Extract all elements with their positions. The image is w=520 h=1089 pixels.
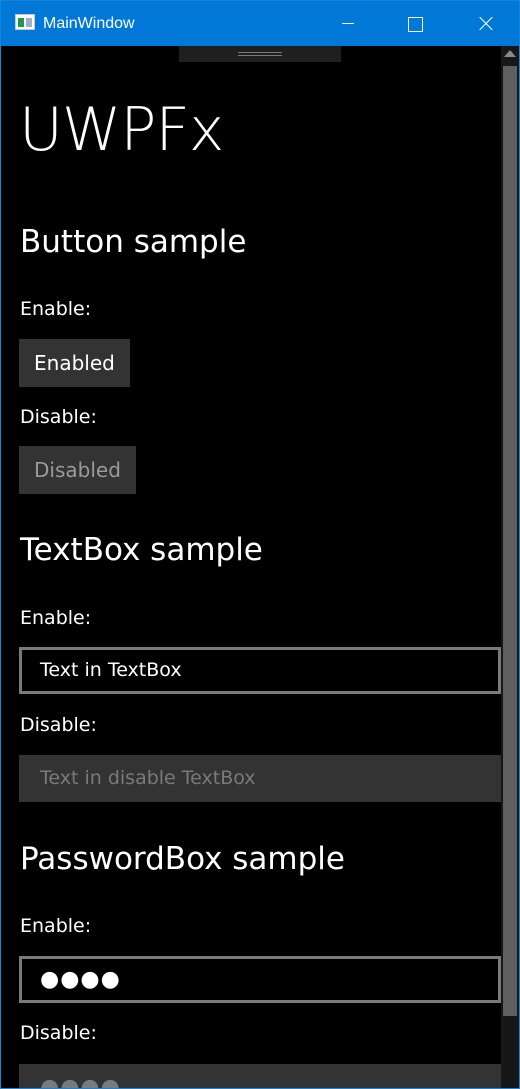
vertical-scrollbar[interactable] bbox=[501, 46, 519, 1088]
chevron-up-icon[interactable] bbox=[504, 50, 516, 57]
main-window: MainWindow UWPFx Button sample Enable: E… bbox=[0, 0, 520, 1089]
passwordbox-section-title: PasswordBox sample bbox=[20, 841, 345, 877]
disabled-textbox: Text in disable TextBox bbox=[19, 755, 501, 802]
button-enable-label: Enable: bbox=[20, 298, 92, 320]
enabled-button[interactable]: Enabled bbox=[19, 339, 130, 387]
close-button[interactable] bbox=[462, 1, 508, 46]
main-content: UWPFx Button sample Enable: Enabled Disa… bbox=[1, 46, 501, 1088]
title-bar[interactable]: MainWindow bbox=[1, 1, 519, 46]
textbox-disable-label: Disable: bbox=[20, 714, 97, 736]
scrollbar-thumb[interactable] bbox=[503, 66, 517, 1016]
enabled-passwordbox[interactable]: ●●●● bbox=[19, 956, 501, 1003]
app-window-icon bbox=[15, 14, 35, 30]
minimize-button[interactable] bbox=[325, 1, 371, 46]
textbox-enable-label: Enable: bbox=[20, 607, 92, 629]
disabled-button: Disabled bbox=[19, 446, 136, 494]
page-title: UWPFx bbox=[19, 95, 224, 165]
passwordbox-enable-label: Enable: bbox=[20, 915, 92, 937]
passwordbox-disable-label: Disable: bbox=[20, 1022, 97, 1044]
textbox-section-title: TextBox sample bbox=[20, 532, 263, 568]
enabled-textbox[interactable]: Text in TextBox bbox=[19, 647, 501, 694]
maximize-button[interactable] bbox=[391, 1, 437, 46]
button-section-title: Button sample bbox=[20, 224, 247, 260]
window-title: MainWindow bbox=[43, 15, 135, 32]
button-disable-label: Disable: bbox=[20, 406, 97, 428]
disabled-passwordbox: ●●●● bbox=[19, 1064, 501, 1088]
